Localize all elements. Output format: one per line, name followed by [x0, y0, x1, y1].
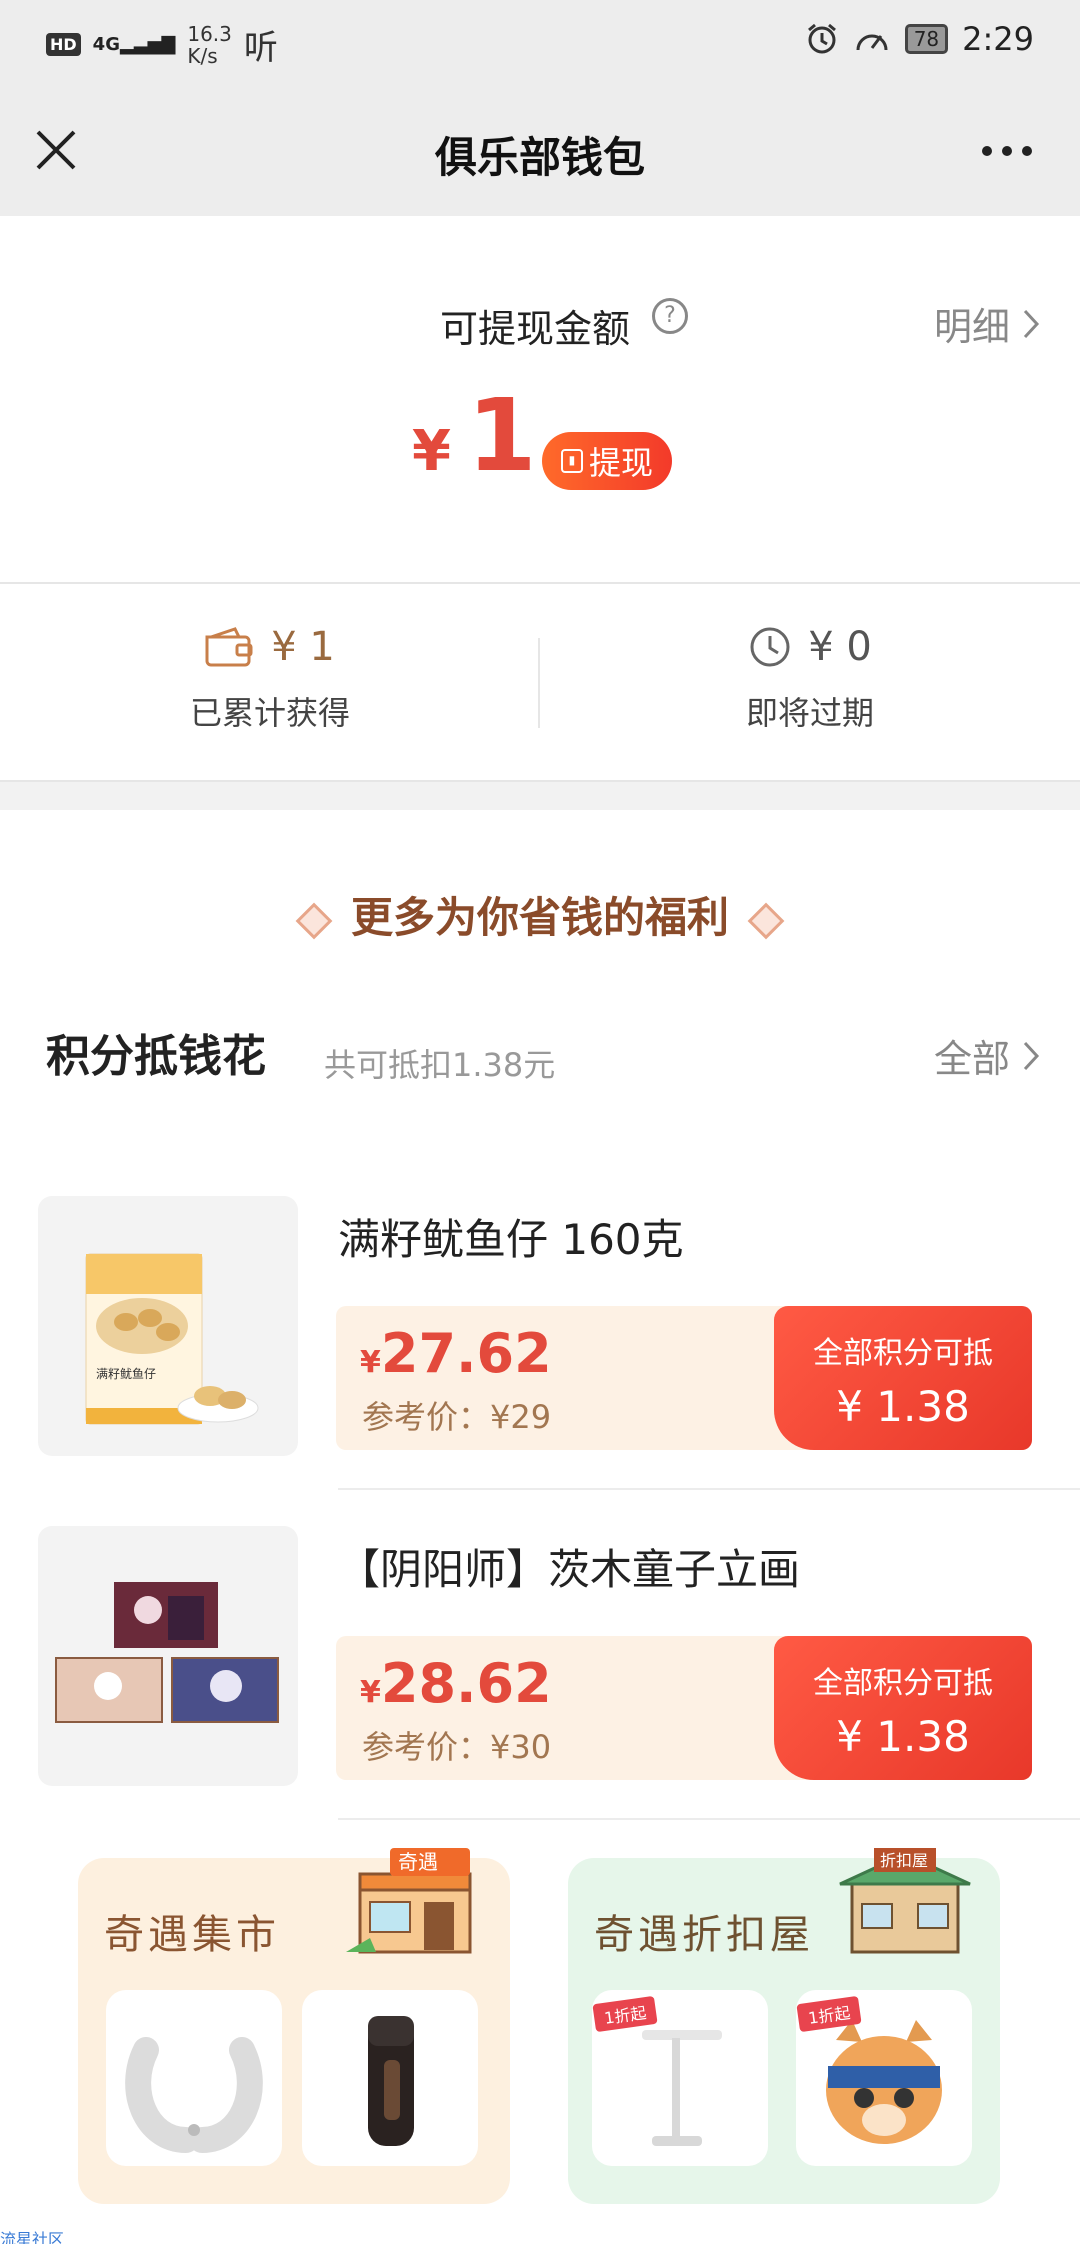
price-value: 27.62: [380, 1322, 552, 1385]
market-sign-text: 奇遇: [398, 1850, 438, 1874]
price-box: ¥27.62 参考价：¥29 全部积分可抵 ¥ 1.38: [336, 1306, 1032, 1450]
balance-currency: ¥: [412, 419, 451, 484]
points-subtitle: 共可抵扣1.38元: [324, 1046, 556, 1084]
price-box: ¥28.62 参考价：¥30 全部积分可抵 ¥ 1.38: [336, 1636, 1032, 1780]
product-image: [38, 1526, 298, 1786]
earned-stat[interactable]: ¥ 1 已累计获得: [0, 624, 540, 734]
network-label: 4G: [92, 34, 120, 55]
footer-watermark: 流星社区: [0, 2230, 65, 2244]
expiring-top: ¥ 0: [540, 624, 1080, 670]
reference-price: 参考价：¥30: [362, 1728, 552, 1766]
chevron-right-icon: [1023, 1041, 1040, 1070]
chevron-right-icon: [1023, 309, 1040, 338]
price-currency: ¥: [360, 1345, 381, 1380]
alarm-icon: [807, 23, 836, 54]
diamond-decoration-icon: [747, 902, 785, 939]
clock: 2:29: [962, 20, 1034, 58]
balance-value: 1: [466, 377, 537, 494]
package-label: 满籽鱿鱼仔: [96, 1366, 156, 1381]
product-name: 满籽鱿鱼仔 160克: [338, 1215, 684, 1264]
deduct-value: ¥ 1.38: [836, 1712, 970, 1761]
product-thumb[interactable]: 1折起: [796, 1990, 972, 2166]
app-notification-icon: 听: [243, 28, 278, 68]
shaver-image: [368, 2016, 414, 2146]
store-icon: 折扣屋: [839, 1848, 971, 1954]
balance-amount: ¥ 1: [412, 386, 537, 486]
status-right: 78 2:29: [805, 20, 1034, 58]
network-indicator: 4G▂▃▅▇: [92, 34, 176, 55]
help-icon[interactable]: ?: [652, 298, 688, 334]
withdraw-button[interactable]: ▮ 提现: [542, 432, 672, 490]
deduct-label: 全部积分可抵: [813, 1666, 993, 1701]
earned-top: ¥ 1: [0, 624, 540, 670]
earned-value: ¥ 1: [271, 624, 335, 670]
product-thumb[interactable]: [302, 1990, 478, 2166]
points-title: 积分抵钱花: [46, 1031, 266, 1082]
product-card[interactable]: 满籽鱿鱼仔 满籽鱿鱼仔 160克 ¥27.62 参考价：¥29 全部积分可抵 ¥…: [0, 1196, 1080, 1526]
diamond-decoration-icon: [295, 902, 333, 939]
product-thumb[interactable]: [106, 1990, 282, 2166]
net-speed-value: 16.3: [187, 21, 232, 46]
net-speed-unit: K/s: [187, 43, 218, 68]
points-header: 积分抵钱花 共可抵扣1.38元 全部: [46, 1020, 1040, 1090]
discount-card[interactable]: 奇遇折扣屋 折扣屋 1折起 1折起: [568, 1848, 1000, 2204]
clock-icon: [750, 627, 790, 667]
withdrawable-label: 可提现金额: [440, 307, 631, 351]
reference-price: 参考价：¥29: [362, 1398, 552, 1436]
deduct-label: 全部积分可抵: [813, 1336, 993, 1371]
discount-title: 奇遇折扣屋: [594, 1912, 814, 1958]
detail-link-label: 明细: [933, 305, 1010, 349]
page-title: 俱乐部钱包: [434, 133, 645, 182]
battery-indicator: 78: [904, 24, 949, 54]
withdraw-label: 提现: [588, 444, 653, 482]
price-value: 28.62: [380, 1652, 552, 1715]
deduct-button[interactable]: 全部积分可抵 ¥ 1.38: [774, 1306, 1032, 1450]
market-title: 奇遇集市: [104, 1912, 280, 1958]
earned-label: 已累计获得: [189, 694, 350, 732]
product-price: ¥27.62: [360, 1322, 552, 1385]
deduct-button[interactable]: 全部积分可抵 ¥ 1.38: [774, 1636, 1032, 1780]
expiring-label: 即将过期: [745, 694, 874, 732]
speedometer-icon: [856, 34, 888, 51]
nav-bar: 俱乐部钱包: [0, 86, 1080, 216]
balance-section: 可提现金额 ? 明细 ¥ 1 ▮ 提现: [0, 216, 1080, 582]
hd-badge: HD: [46, 33, 81, 56]
product-image: 满籽鱿鱼仔: [38, 1196, 298, 1456]
divider: [338, 1818, 1080, 1820]
discount-sign-text: 折扣屋: [880, 1851, 928, 1870]
net-speed: 16.3 K/s: [187, 23, 232, 67]
wallet-icon: [205, 627, 253, 667]
more-menu-icon[interactable]: [982, 146, 1032, 156]
benefits-title-text: 更多为你省钱的福利: [350, 893, 729, 942]
shop-icon: 奇遇: [346, 1848, 472, 1954]
price-currency: ¥: [360, 1675, 381, 1710]
section-divider: [0, 780, 1080, 810]
neck-massager-image: [125, 2037, 263, 2153]
divider: [338, 1488, 1080, 1490]
benefits-title: 更多为你省钱的福利: [0, 884, 1080, 945]
status-bar: HD 4G▂▃▅▇ 16.3 K/s 听 78 2:29: [0, 0, 1080, 86]
market-card[interactable]: 奇遇集市 奇遇: [78, 1848, 510, 2204]
wallet-small-icon: ▮: [560, 449, 583, 473]
expiring-value: ¥ 0: [808, 624, 872, 670]
expiring-stat[interactable]: ¥ 0 即将过期: [540, 624, 1080, 734]
all-link[interactable]: 全部: [934, 1028, 1040, 1083]
detail-link[interactable]: 明细: [934, 296, 1040, 351]
product-card[interactable]: 【阴阳师】茨木童子立画 ¥28.62 参考价：¥30 全部积分可抵 ¥ 1.38: [0, 1526, 1080, 1856]
product-thumb[interactable]: 1折起: [592, 1990, 768, 2166]
all-link-label: 全部: [933, 1037, 1010, 1081]
status-left: HD 4G▂▃▅▇ 16.3 K/s 听: [46, 20, 278, 69]
deduct-value: ¥ 1.38: [836, 1382, 970, 1431]
product-price: ¥28.62: [360, 1652, 552, 1715]
product-name: 【阴阳师】茨木童子立画: [338, 1545, 801, 1594]
stats-row: ¥ 1 已累计获得 ¥ 0 即将过期: [0, 582, 1080, 780]
